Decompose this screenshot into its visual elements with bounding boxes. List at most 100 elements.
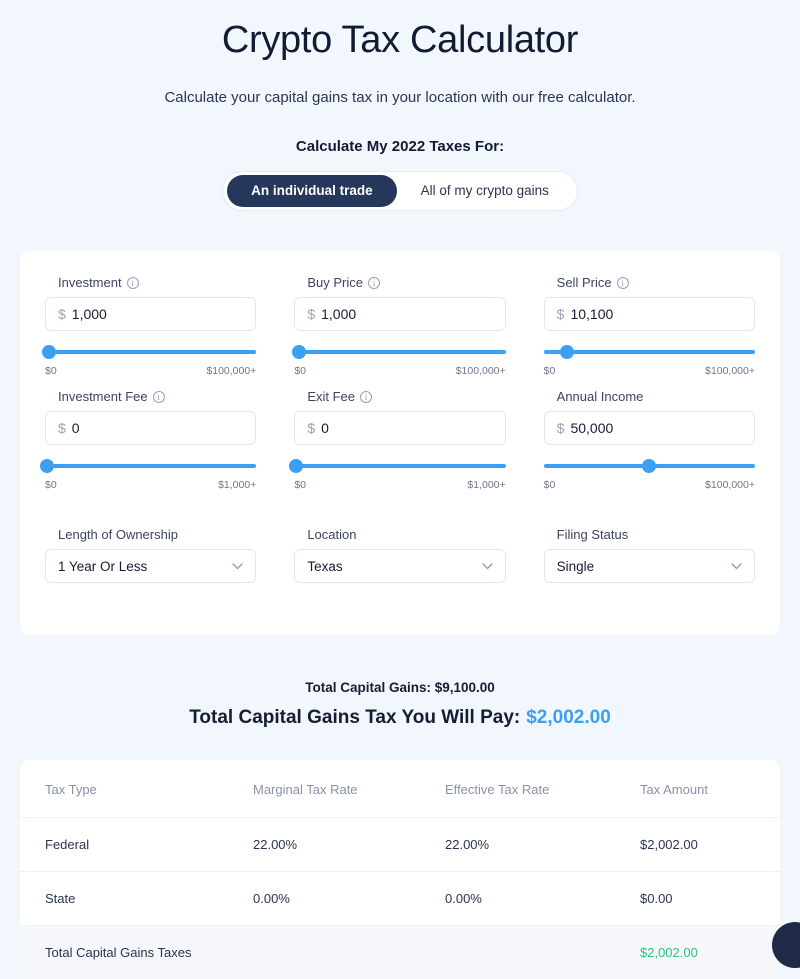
cell-total-amount: $2,002.00 — [640, 926, 780, 979]
column-header-tax-amount: Tax Amount — [640, 760, 780, 818]
calculator-form-card: Investmenti$1,000$0$100,000+Buy Pricei$1… — [20, 251, 780, 635]
input-annual-income[interactable]: $50,000 — [544, 411, 755, 445]
currency-symbol: $ — [58, 420, 66, 436]
select-length-of-ownership[interactable]: 1 Year Or Less — [45, 549, 256, 583]
field-investment: Investmenti$1,000$0$100,000+ — [45, 275, 256, 377]
form-fields-grid: Investmenti$1,000$0$100,000+Buy Pricei$1… — [20, 251, 780, 503]
field-location: Location Texas — [294, 527, 505, 583]
mode-label: Calculate My 2022 Taxes For: — [0, 138, 800, 155]
field-label-location: Location — [294, 527, 505, 542]
select-value: 1 Year Or Less — [58, 559, 147, 574]
slider-track[interactable] — [544, 350, 755, 354]
slider-handle[interactable] — [42, 345, 56, 359]
slider-track[interactable] — [294, 464, 505, 468]
input-value: 0 — [72, 420, 80, 436]
input-exit-fee[interactable]: $0 — [294, 411, 505, 445]
currency-symbol: $ — [557, 420, 565, 436]
slider-sell-price[interactable] — [544, 345, 755, 359]
cell-marginal-rate: 0.00% — [253, 872, 445, 926]
currency-symbol: $ — [307, 420, 315, 436]
slider-track[interactable] — [45, 350, 256, 354]
slider-buy-price[interactable] — [294, 345, 505, 359]
chevron-down-icon[interactable] — [232, 557, 243, 575]
slider-min-label: $0 — [544, 479, 556, 491]
slider-range-sell-price: $0$100,000+ — [544, 365, 755, 377]
table-row: Federal22.00%22.00%$2,002.00 — [20, 818, 780, 872]
tax-breakdown-table: Tax Type Marginal Tax Rate Effective Tax… — [20, 760, 780, 979]
input-value: 1,000 — [321, 306, 356, 322]
cell-total-label: Total Capital Gains Taxes — [20, 926, 253, 979]
cell-total-marginal — [253, 926, 445, 979]
slider-range-buy-price: $0 $100,000+ — [294, 365, 505, 377]
slider-annual-income[interactable] — [544, 459, 755, 473]
form-selects-grid: Length of Ownership1 Year Or Less Locatio… — [20, 503, 780, 595]
slider-investment-fee[interactable] — [45, 459, 256, 473]
slider-max-label: $100,000+ — [456, 365, 506, 377]
toggle-option-individual-trade[interactable]: An individual trade — [227, 175, 397, 207]
chevron-down-icon[interactable] — [731, 557, 742, 575]
field-sell-price: Sell Pricei$10,100$0$100,000+ — [544, 275, 755, 377]
info-icon[interactable]: i — [127, 277, 139, 289]
field-label-annual-income: Annual Income — [544, 389, 755, 404]
cell-tax-type: Federal — [20, 818, 253, 872]
slider-range-exit-fee: $0 $1,000+ — [294, 479, 505, 491]
info-icon[interactable]: i — [617, 277, 629, 289]
input-buy-price[interactable]: $1,000 — [294, 297, 505, 331]
column-header-effective-tax-rate: Effective Tax Rate — [445, 760, 640, 818]
input-investment-fee[interactable]: $0 — [45, 411, 256, 445]
input-investment[interactable]: $1,000 — [45, 297, 256, 331]
slider-min-label: $0 — [294, 365, 306, 377]
field-label-text: Investment — [58, 275, 122, 290]
field-label-text: Investment Fee — [58, 389, 148, 404]
cell-effective-rate: 0.00% — [445, 872, 640, 926]
slider-handle[interactable] — [292, 345, 306, 359]
slider-range-investment-fee: $0$1,000+ — [45, 479, 256, 491]
info-icon[interactable]: i — [360, 391, 372, 403]
cell-tax-amount: $2,002.00 — [640, 818, 780, 872]
slider-max-label: $100,000+ — [206, 365, 256, 377]
input-value: 10,100 — [570, 306, 613, 322]
input-value: 0 — [321, 420, 329, 436]
slider-max-label: $100,000+ — [705, 365, 755, 377]
info-icon[interactable]: i — [368, 277, 380, 289]
table-total-row: Total Capital Gains Taxes $2,002.00 — [20, 926, 780, 979]
toggle-option-all-crypto-gains[interactable]: All of my crypto gains — [397, 175, 573, 207]
field-label-exit-fee: Exit Fee i — [294, 389, 505, 404]
field-label-filing-status: Filing Status — [544, 527, 755, 542]
total-tax-line: Total Capital Gains Tax You Will Pay:$2,… — [0, 707, 800, 729]
table-row: State0.00%0.00%$0.00 — [20, 872, 780, 926]
table-body: Federal22.00%22.00%$2,002.00State0.00%0.… — [20, 818, 780, 979]
currency-symbol: $ — [307, 306, 315, 322]
mode-toggle-wrap: An individual trade All of my crypto gai… — [0, 171, 800, 211]
slider-investment[interactable] — [45, 345, 256, 359]
slider-handle[interactable] — [289, 459, 303, 473]
slider-range-annual-income: $0 $100,000+ — [544, 479, 755, 491]
currency-symbol: $ — [557, 306, 565, 322]
field-length-of-ownership: Length of Ownership1 Year Or Less — [45, 527, 256, 583]
select-location[interactable]: Texas — [294, 549, 505, 583]
results-summary: Total Capital Gains: $9,100.00 Total Cap… — [0, 680, 800, 729]
slider-handle[interactable] — [40, 459, 54, 473]
slider-track[interactable] — [45, 464, 256, 468]
field-label-text: Exit Fee — [307, 389, 355, 404]
column-header-marginal-tax-rate: Marginal Tax Rate — [253, 760, 445, 818]
input-sell-price[interactable]: $10,100 — [544, 297, 755, 331]
total-capital-gains-line: Total Capital Gains: $9,100.00 — [0, 680, 800, 695]
slider-max-label: $100,000+ — [705, 479, 755, 491]
chevron-down-icon[interactable] — [482, 557, 493, 575]
cell-tax-type: State — [20, 872, 253, 926]
slider-exit-fee[interactable] — [294, 459, 505, 473]
field-label-investment-fee: Investment Fee i — [45, 389, 256, 404]
select-filing-status[interactable]: Single — [544, 549, 755, 583]
slider-min-label: $0 — [294, 479, 306, 491]
slider-handle[interactable] — [560, 345, 574, 359]
field-buy-price: Buy Pricei$1,000$0$100,000+ — [294, 275, 505, 377]
slider-track[interactable] — [294, 350, 505, 354]
slider-handle[interactable] — [642, 459, 656, 473]
info-icon[interactable]: i — [153, 391, 165, 403]
page-subtitle: Calculate your capital gains tax in your… — [0, 89, 800, 106]
slider-max-label: $1,000+ — [467, 479, 505, 491]
currency-symbol: $ — [58, 306, 66, 322]
input-value: 1,000 — [72, 306, 107, 322]
input-value: 50,000 — [570, 420, 613, 436]
